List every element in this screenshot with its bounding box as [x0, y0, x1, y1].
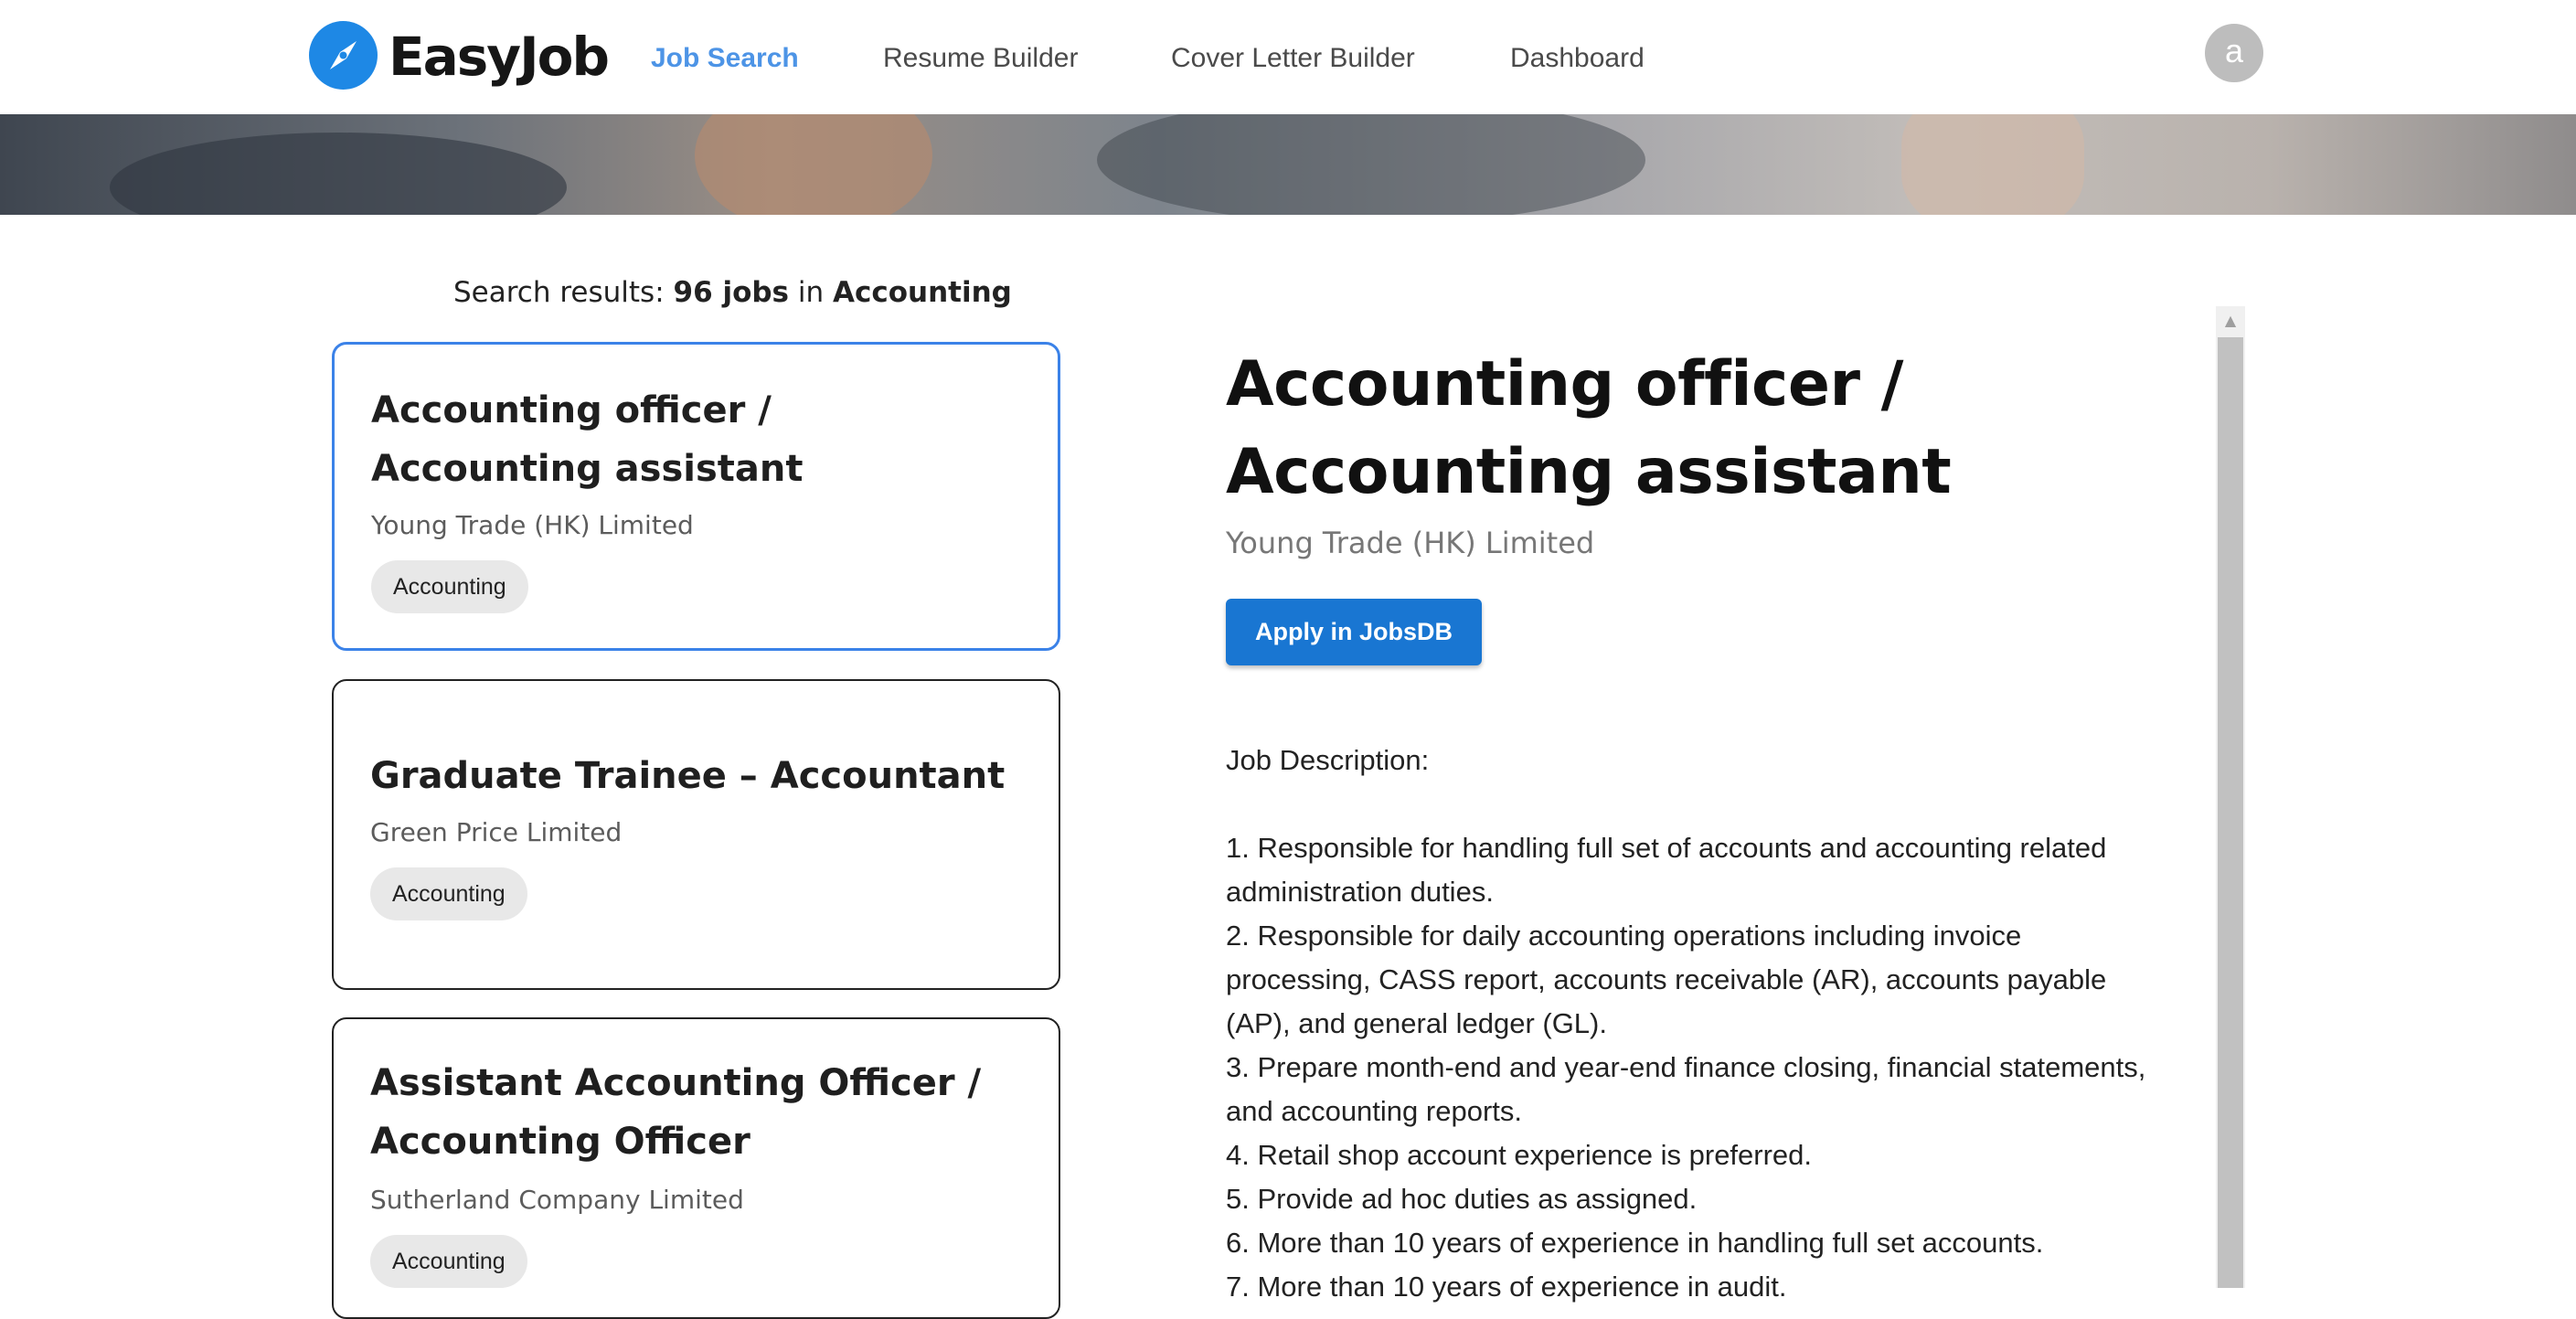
results-connector: in — [789, 276, 833, 309]
avatar[interactable]: a — [2205, 24, 2263, 82]
results-count: 96 jobs — [673, 276, 790, 309]
job-card-title: Accounting officer / Accounting assistan… — [371, 389, 804, 490]
job-detail-company: Young Trade (HK) Limited — [1226, 526, 1595, 560]
detail-scrollbar[interactable]: ▲ — [2216, 306, 2245, 1288]
job-card-tag: Accounting — [371, 560, 528, 613]
job-card-title: Graduate Trainee – Accountant — [370, 755, 1006, 797]
job-card[interactable]: Assistant Accounting Officer / Accountin… — [332, 1017, 1060, 1319]
top-navbar: EasyJob Job Search Resume Builder Cover … — [0, 0, 2576, 114]
job-card-company: Green Price Limited — [370, 817, 623, 847]
results-prefix: Search results: — [453, 276, 674, 309]
job-card-company: Sutherland Company Limited — [370, 1185, 744, 1215]
scroll-up-arrow-icon[interactable]: ▲ — [2216, 306, 2245, 335]
job-card-title: Assistant Accounting Officer / Accountin… — [370, 1062, 982, 1163]
job-card[interactable]: Graduate Trainee – Accountant Green Pric… — [332, 679, 1060, 990]
job-description-item: 3. Prepare month-end and year-end financ… — [1226, 1051, 2146, 1127]
search-results-summary: Search results: 96 jobs in Accounting — [453, 274, 1012, 311]
apply-button[interactable]: Apply in JobsDB — [1226, 599, 1482, 665]
compass-icon[interactable] — [309, 21, 378, 90]
job-description: Job Description: 1. Responsible for hand… — [1226, 739, 2158, 1309]
nav-link-resume-builder[interactable]: Resume Builder — [883, 40, 1078, 77]
job-card-company: Young Trade (HK) Limited — [371, 510, 694, 540]
brand-logo[interactable]: EasyJob — [389, 20, 610, 93]
scrollbar-thumb[interactable] — [2218, 337, 2243, 1288]
job-card-tag: Accounting — [370, 867, 527, 920]
job-description-item: 1. Responsible for handling full set of … — [1226, 832, 2107, 908]
nav-link-job-search[interactable]: Job Search — [651, 40, 799, 77]
job-description-heading: Job Description: — [1226, 744, 1430, 776]
job-description-item: 2. Responsible for daily accounting oper… — [1226, 920, 2107, 1039]
job-card[interactable]: Accounting officer / Accounting assistan… — [332, 342, 1060, 651]
hero-banner-image — [0, 114, 2576, 215]
job-card-tag: Accounting — [370, 1235, 527, 1288]
job-detail-title: Accounting officer / Accounting assistan… — [1226, 348, 1952, 508]
job-description-item: 6. More than 10 years of experience in h… — [1226, 1227, 2044, 1259]
nav-link-dashboard[interactable]: Dashboard — [1510, 40, 1645, 77]
results-category: Accounting — [832, 276, 1012, 309]
job-description-item: 7. More than 10 years of experience in a… — [1226, 1271, 1787, 1303]
job-description-item: 4. Retail shop account experience is pre… — [1226, 1139, 1813, 1171]
job-description-item: 5. Provide ad hoc duties as assigned. — [1226, 1183, 1698, 1215]
nav-link-cover-letter-builder[interactable]: Cover Letter Builder — [1171, 40, 1415, 77]
